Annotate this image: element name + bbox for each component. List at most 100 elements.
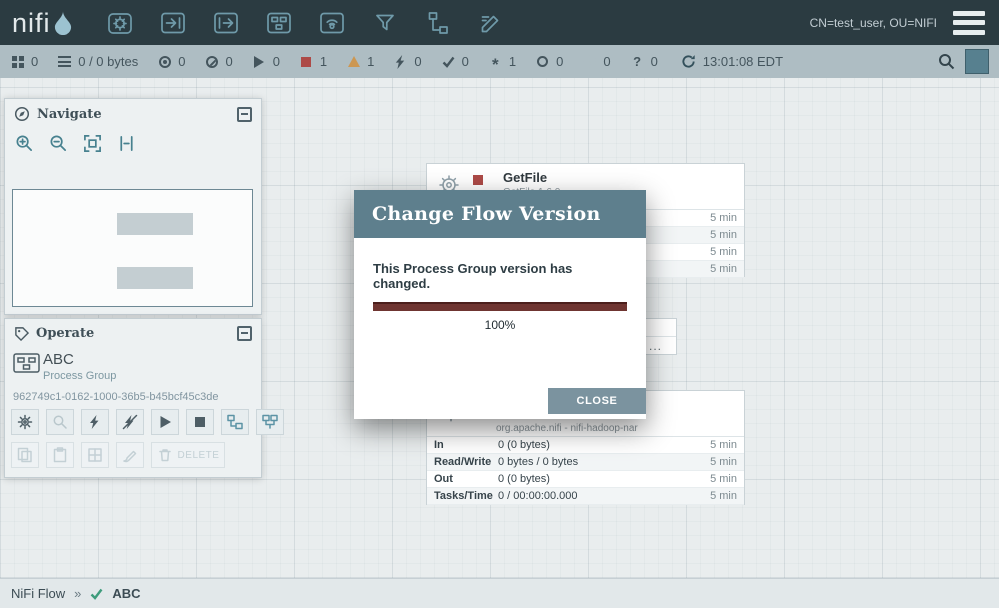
navigate-panel-header: Navigate [5,99,261,126]
stat-value: 0 [650,54,658,69]
start-button[interactable] [151,409,179,435]
stat-active-threads: 0 [10,54,38,69]
enable-button[interactable] [81,409,109,435]
selected-component-id: 962749c1-0162-1000-36b5-b45bcf45c3de [13,391,219,403]
compass-icon [14,106,30,122]
stat-locally-modified: * 1 [488,54,517,74]
stat-transmitting: 0 [157,54,185,69]
nifi-logo-text: nifi [12,7,51,38]
progress-bar [373,302,627,311]
last-refresh-time: 13:01:08 EDT [702,54,784,69]
output-port-icon[interactable] [210,7,242,39]
asterisk-icon: * [492,54,499,74]
paste-button[interactable] [46,442,74,468]
navigate-tools [5,126,261,159]
collapse-navigate-button[interactable] [237,106,252,122]
input-port-icon[interactable] [157,7,189,39]
transmitting-icon [157,54,172,69]
stat-stale: 0 [535,54,563,69]
search-icon[interactable] [938,53,955,70]
running-icon [252,54,267,69]
stat-up-to-date: 0 [441,54,469,69]
processor-name: GetFile [503,170,548,185]
current-user: CN=test_user, OU=NIFI [809,15,937,30]
label-icon[interactable] [475,7,507,39]
stat-value: 1 [508,54,517,69]
stat-value: 1 [319,54,328,69]
birdseye-minimap[interactable] [12,189,253,307]
dialog-message: This Process Group version has changed. [373,261,573,291]
process-group-glyph-icon [13,351,40,380]
breadcrumb: NiFi Flow » ABC [0,578,999,608]
delete-button[interactable]: DELETE [151,442,225,468]
queued-icon [57,54,72,69]
threads-icon [10,54,25,69]
stat-value: 1 [367,54,375,69]
stat-not-transmitting: 0 [204,54,233,69]
group-button[interactable] [221,409,249,435]
stat-value: 0 [31,54,39,69]
stat-row: Out 0 (0 bytes) 5 min [427,471,744,488]
zoom-actual-size-button[interactable] [117,134,136,153]
disable-button[interactable] [116,409,144,435]
not-transmitting-icon [204,54,219,69]
navigate-panel: Navigate [4,98,262,315]
version-check-icon [90,588,103,600]
refresh-icon[interactable] [681,54,696,69]
droplet-icon [54,10,72,40]
copy-button[interactable] [11,442,39,468]
ungroup-button[interactable] [256,409,284,435]
stat-value: 0 [414,54,422,69]
minimap-component [117,267,193,289]
stat-modified-and-stale: ! 0 [582,54,611,69]
close-button[interactable]: CLOSE [548,388,646,414]
stat-value: 0 [556,54,564,69]
fill-color-button[interactable] [81,442,109,468]
stop-button[interactable] [186,409,214,435]
stat-row: Read/Write 0 bytes / 0 bytes 5 min [427,454,744,471]
breadcrumb-root[interactable]: NiFi Flow [11,586,65,601]
change-color-button[interactable] [116,442,144,468]
flow-canvas[interactable]: Navigate Operate ABC Process Group 96274… [0,78,999,578]
template-icon[interactable] [422,7,454,39]
funnel-icon[interactable] [369,7,401,39]
tag-icon [15,327,29,341]
stat-queued: 0 / 0 bytes [57,54,138,69]
minimap-component [117,213,193,235]
stat-sync-failure: ? 0 [630,54,658,69]
zoom-fit-button[interactable] [83,134,102,153]
nifi-app: nifi CN=test_user, OU=NIFI 0 0 / 0 bytes… [0,0,999,608]
stat-row: Tasks/Time 0 / 00:00:00.000 5 min [427,488,744,505]
process-group-icon[interactable] [263,7,295,39]
search-component-button[interactable] [46,409,74,435]
dialog-body: This Process Group version has changed. … [354,238,646,419]
operate-panel: Operate ABC Process Group 962749c1-0162-… [4,318,284,478]
global-menu-button[interactable] [953,10,985,35]
stale-icon [535,54,550,69]
collapse-operate-button[interactable] [237,326,252,341]
disabled-icon [393,54,408,69]
refresh-group: 13:01:08 EDT [681,54,783,69]
status-bar-right [938,49,989,74]
configure-button[interactable] [11,409,39,435]
operate-panel-header: Operate [5,319,261,345]
birdseye-toggle-button[interactable] [965,49,989,74]
navigate-panel-title: Navigate [37,106,102,122]
stat-value: 0 [225,54,233,69]
remote-process-group-icon[interactable] [316,7,348,39]
selected-component-type: Process Group [43,370,117,382]
stat-value: 0 [178,54,186,69]
stopped-state-icon [473,175,483,185]
stopped-icon [299,54,314,69]
exclamation-circle-icon: ! [582,54,597,69]
zoom-in-button[interactable] [15,134,34,153]
delete-button-label: DELETE [177,449,220,461]
stat-disabled: 0 [393,54,422,69]
zoom-out-button[interactable] [49,134,68,153]
operate-panel-title: Operate [36,326,95,341]
stat-value: 0 / 0 bytes [78,54,139,69]
stat-value: 0 [272,54,280,69]
stat-value: 0 [461,54,469,69]
processor-icon[interactable] [104,7,136,39]
check-icon [441,54,456,69]
